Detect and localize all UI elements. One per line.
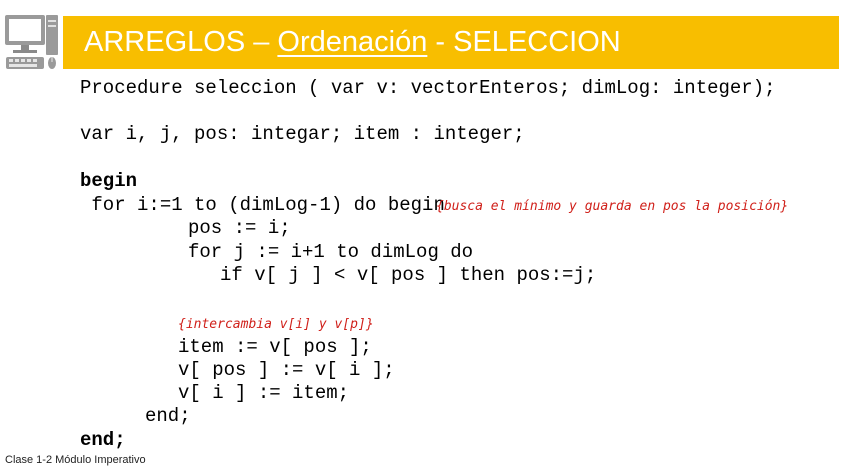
code-line-for-i: for i:=1 to (dimLog-1) do begin xyxy=(80,194,445,216)
code-line-begin: begin xyxy=(80,170,138,192)
desktop-computer-icon xyxy=(5,15,58,69)
code-line-item-assign: item := v[ pos ]; xyxy=(178,336,372,358)
code-line-procedure: Procedure seleccion ( var v: vectorEnter… xyxy=(80,77,776,99)
code-line-swap: v[ pos ] := v[ i ]; xyxy=(178,359,395,381)
code-line-var: var i, j, pos: integar; item : integer; xyxy=(80,123,525,145)
code-line-if: if v[ j ] < v[ pos ] then pos:=j; xyxy=(220,264,597,286)
title-suffix: - SELECCION xyxy=(427,26,621,58)
title-underlined-word: Ordenación xyxy=(277,26,428,58)
title-prefix: ARREGLOS – xyxy=(84,26,278,58)
code-line-pos-assign: pos := i; xyxy=(188,217,291,239)
code-line-end-outer: end; xyxy=(80,429,126,451)
footer-text: Clase 1-2 Módulo Imperativo xyxy=(5,454,146,466)
slide-title: ARREGLOS – Ordenación - SELECCION xyxy=(84,22,621,62)
code-line-vi-assign: v[ i ] := item; xyxy=(178,382,350,404)
code-comment-busca: {busca el mínimo y guarda en pos la posi… xyxy=(436,199,789,214)
code-line-for-j: for j := i+1 to dimLog do xyxy=(188,241,474,263)
code-comment-intercambia: {intercambia v[i] y v[p]} xyxy=(178,317,374,332)
code-line-end-inner: end; xyxy=(145,405,191,427)
